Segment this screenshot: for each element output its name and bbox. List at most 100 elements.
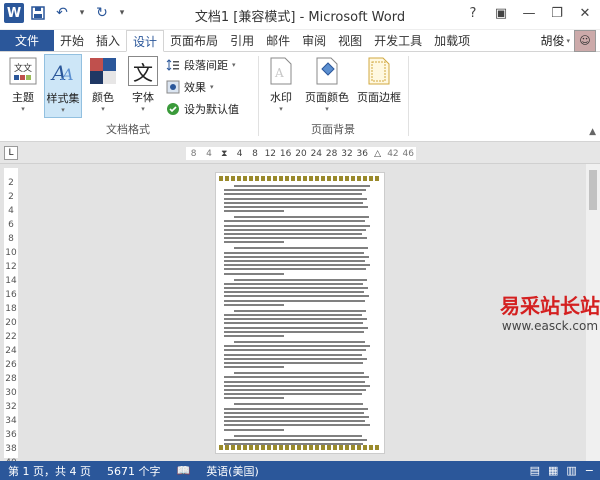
checkmark-icon [166, 102, 180, 116]
set-as-default-label: 设为默认值 [184, 103, 239, 116]
watermark-icon: A [266, 56, 296, 86]
customize-toolbar-icon[interactable]: ▾ [116, 3, 128, 23]
web-layout-icon[interactable]: ▥ [566, 464, 576, 477]
ruler-row: L 8 4 ⧗ 4 8 12 16 20 24 28 32 36 △ 42 46 [0, 142, 600, 164]
close-button[interactable]: ✕ [572, 2, 598, 24]
text-line [224, 201, 363, 204]
text-line [224, 193, 362, 196]
colors-label: 颜色 [92, 91, 114, 104]
tab-view[interactable]: 视图 [332, 30, 368, 51]
text-line [224, 424, 370, 427]
save-icon[interactable] [28, 3, 48, 23]
tab-review[interactable]: 审阅 [296, 30, 332, 51]
paragraph-spacing-icon [166, 58, 180, 72]
text-line [224, 411, 364, 414]
title-bar: W ↶ ▾ ↻ ▾ 文档1 [兼容模式] - Microsoft Word ? … [0, 0, 600, 30]
collapse-ribbon-icon[interactable]: ▲ [589, 127, 596, 137]
text-line [224, 197, 367, 200]
zoom-out-icon[interactable]: − [585, 464, 594, 477]
tab-mailings[interactable]: 邮件 [260, 30, 296, 51]
text-line [224, 295, 369, 298]
theme-icon: 文文 [8, 56, 38, 86]
text-line [234, 185, 370, 187]
print-layout-icon[interactable]: ▦ [548, 464, 558, 477]
restore-button[interactable]: ❐ [544, 2, 570, 24]
help-button[interactable]: ? [460, 2, 486, 24]
page-border-top [219, 176, 381, 181]
ribbon-tab-bar: 文件 开始 插入 设计 页面布局 引用 邮件 审阅 视图 开发工具 加载项 胡俊… [0, 29, 600, 52]
indent-marker-icon[interactable]: ⧗ [217, 149, 232, 159]
group-divider [408, 56, 409, 136]
scrollbar-thumb[interactable] [589, 170, 597, 210]
vertical-ruler[interactable]: 2 2 4 6 8 10 12 14 16 18 20 22 24 26 28 … [4, 168, 18, 480]
read-mode-icon[interactable]: ▤ [530, 464, 540, 477]
user-account[interactable]: 胡俊 ▾ ☺ [536, 29, 600, 52]
watermark-button[interactable]: A 水印 ▾ [262, 54, 300, 118]
user-name: 胡俊 [540, 34, 565, 48]
text-line [224, 397, 284, 400]
svg-text:A: A [274, 66, 284, 80]
watermark-main-text: 易采站长站 [500, 294, 600, 318]
text-line [234, 403, 363, 406]
text-line [224, 268, 366, 271]
ruler-tick: 8 [252, 148, 258, 159]
page-borders-button[interactable]: 页面边框 [354, 54, 404, 118]
window-controls: ? ▣ — ❐ ✕ [460, 2, 598, 24]
tab-design[interactable]: 设计 [126, 30, 165, 52]
tab-addins[interactable]: 加载项 [428, 30, 476, 51]
fonts-button[interactable]: 文 字体 ▾ [124, 54, 162, 118]
chevron-down-icon: ▾ [141, 105, 145, 113]
chevron-down-icon: ▾ [61, 106, 65, 114]
text-line [224, 291, 364, 294]
avatar[interactable]: ☺ [574, 29, 596, 52]
tab-home[interactable]: 开始 [54, 30, 90, 51]
redo-icon[interactable]: ↻ [92, 3, 112, 23]
fonts-label: 字体 [132, 91, 154, 104]
style-set-button[interactable]: AA 样式集 ▾ [44, 54, 82, 118]
theme-button[interactable]: 文文 主题 ▾ [4, 54, 42, 118]
text-line [224, 420, 365, 423]
set-as-default-button[interactable]: 设为默认值 [166, 100, 239, 118]
tab-developer[interactable]: 开发工具 [368, 30, 428, 51]
vertical-ruler-labels: 2 2 4 6 8 10 12 14 16 18 20 22 24 26 28 … [5, 178, 17, 480]
text-line [224, 241, 284, 244]
horizontal-ruler[interactable]: 8 4 ⧗ 4 8 12 16 20 24 28 32 36 △ 42 46 [186, 147, 416, 160]
proofing-icon[interactable]: 📖 [168, 464, 198, 477]
colors-icon [88, 56, 118, 86]
text-line [234, 216, 369, 219]
text-line [224, 428, 284, 431]
minimize-button[interactable]: — [516, 2, 542, 24]
text-line [224, 228, 366, 231]
text-line [224, 326, 368, 329]
document-page[interactable] [215, 172, 385, 454]
text-line [234, 278, 367, 281]
text-line [224, 345, 370, 348]
effects-label: 效果 [184, 81, 206, 94]
ruler-tick: 4 [236, 148, 243, 159]
view-controls: ▤ ▦ ▥ − [530, 464, 600, 477]
tab-insert[interactable]: 插入 [90, 30, 126, 51]
undo-icon[interactable]: ↶ [52, 3, 72, 23]
site-watermark: 易采站长站 www.easck.com [500, 290, 600, 333]
language[interactable]: 英语(美国) [198, 463, 267, 479]
status-bar: 第 1 页，共 4 页 5671 个字 📖 英语(美国) ▤ ▦ ▥ − [0, 461, 600, 480]
word-logo-icon[interactable]: W [4, 3, 24, 23]
effects-button[interactable]: 效果 ▾ [166, 78, 214, 96]
page-count[interactable]: 第 1 页，共 4 页 [0, 463, 99, 479]
watermark-url: www.easck.com [501, 319, 599, 333]
ruler-tick: 20 [295, 148, 307, 159]
colors-button[interactable]: 颜色 ▾ [84, 54, 122, 118]
word-count[interactable]: 5671 个字 [99, 463, 169, 479]
undo-dropdown-icon[interactable]: ▾ [76, 3, 88, 23]
text-line [234, 247, 368, 250]
right-indent-marker-icon[interactable]: △ [370, 149, 385, 159]
tab-references[interactable]: 引用 [224, 30, 260, 51]
tab-file[interactable]: 文件 [0, 30, 54, 51]
paragraph-spacing-button[interactable]: 段落间距 ▾ [166, 56, 236, 74]
page-color-button[interactable]: 页面颜色 ▾ [302, 54, 352, 118]
ribbon-display-icon[interactable]: ▣ [488, 2, 514, 24]
fonts-icon: 文 [128, 56, 158, 86]
effects-icon [166, 80, 180, 94]
tab-selector[interactable]: L [4, 146, 18, 160]
tab-page-layout[interactable]: 页面布局 [164, 30, 224, 51]
